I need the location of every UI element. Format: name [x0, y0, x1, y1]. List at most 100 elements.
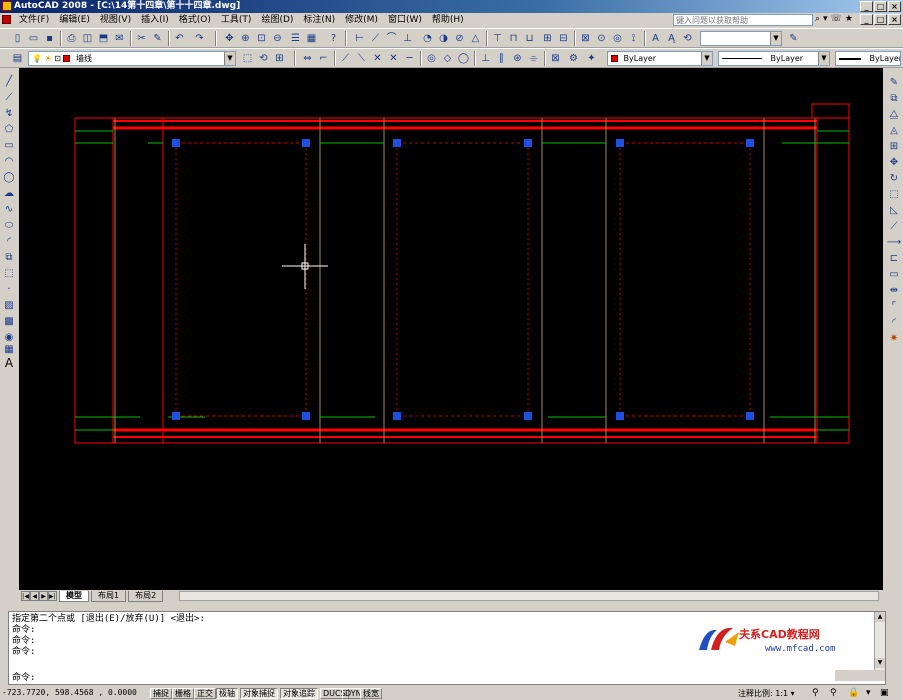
offset-icon[interactable]: ◬: [886, 123, 902, 137]
rectangle-icon[interactable]: ▭: [1, 138, 17, 152]
polyline-icon[interactable]: ↯: [1, 106, 17, 120]
tab-layout1[interactable]: 布局1: [91, 590, 127, 602]
chamfer-icon[interactable]: ⌜: [886, 299, 902, 313]
menu-format[interactable]: 格式(O): [174, 13, 216, 27]
match-properties-icon[interactable]: ✎: [150, 31, 165, 46]
move-icon[interactable]: ⇔: [300, 51, 315, 66]
document-icon[interactable]: [2, 15, 11, 24]
dimension-update-icon[interactable]: ⟲: [680, 31, 695, 46]
doc-restore-button[interactable]: □: [874, 14, 887, 25]
clean-screen-icon[interactable]: ▣: [880, 688, 889, 698]
command-horizontal-scrollbar[interactable]: [835, 670, 885, 681]
lineweight-toggle[interactable]: 线宽: [360, 688, 382, 699]
save-icon[interactable]: ▪: [42, 31, 57, 46]
extend-object-icon[interactable]: ⟶: [886, 235, 902, 249]
coordinate-readout[interactable]: -723.7720, 598.4568 , 0.0000: [2, 688, 137, 697]
mirror-object-icon[interactable]: ⧋: [886, 107, 902, 121]
quick-dimension-icon[interactable]: ⊤: [490, 31, 505, 46]
osnap-endpoint-icon[interactable]: ◎: [424, 51, 439, 66]
communication-center-icon[interactable]: ☏: [831, 14, 842, 24]
minimize-button[interactable]: _: [860, 1, 873, 12]
osnap-settings-icon[interactable]: ⚙: [566, 51, 581, 66]
auto-scale-icon[interactable]: ⚲: [830, 688, 837, 698]
doc-close-button[interactable]: ×: [888, 14, 901, 25]
explode-icon[interactable]: ✷: [886, 331, 902, 345]
tab-next-icon[interactable]: ▶: [39, 591, 48, 601]
menu-help[interactable]: 帮助(H): [427, 13, 469, 27]
stretch-object-icon[interactable]: ◺: [886, 203, 902, 217]
linetype-combo[interactable]: ByLayer ▼: [718, 51, 830, 66]
inspection-icon[interactable]: ◎: [610, 31, 625, 46]
menu-window[interactable]: 窗口(W): [383, 13, 427, 27]
mirror-icon[interactable]: ⟍: [354, 51, 369, 66]
menu-insert[interactable]: 插入(I): [136, 13, 174, 27]
scale-icon[interactable]: ⬚: [886, 187, 902, 201]
copy-icon[interactable]: ⟋: [338, 51, 353, 66]
tab-model[interactable]: 模型: [59, 590, 89, 602]
layer-manager-icon[interactable]: ▤: [10, 51, 25, 66]
polygon-icon[interactable]: ⬠: [1, 122, 17, 136]
annotation-scale-arrow-icon[interactable]: ▾: [791, 689, 795, 698]
tray-settings-icon[interactable]: ▾: [866, 688, 871, 698]
point-icon[interactable]: ·: [1, 282, 17, 296]
publish-icon[interactable]: ⬒: [96, 31, 111, 46]
array-icon[interactable]: ⊞: [886, 139, 902, 153]
fillet-icon[interactable]: ◜: [886, 315, 902, 329]
scroll-up-icon[interactable]: ▲: [875, 612, 885, 622]
extend-icon[interactable]: ✕: [386, 51, 401, 66]
info-center-icon[interactable]: ▾: [823, 14, 828, 24]
close-button[interactable]: ×: [888, 1, 901, 12]
horizontal-scrollbar[interactable]: [179, 591, 879, 601]
zoom-window-icon[interactable]: ⊡: [254, 31, 269, 46]
circle-icon[interactable]: ◯: [1, 170, 17, 184]
ellipse-icon[interactable]: ⬭: [1, 218, 17, 232]
radius-dimension-icon[interactable]: ◔: [420, 31, 435, 46]
break-icon[interactable]: ─: [402, 51, 417, 66]
ordinate-dimension-icon[interactable]: ⊥: [400, 31, 415, 46]
linear-dimension-icon[interactable]: ⊢: [352, 31, 367, 46]
cut-icon[interactable]: ✂: [134, 31, 149, 46]
copy-object-icon[interactable]: ⧉: [886, 91, 902, 105]
menu-draw[interactable]: 绘图(D): [256, 13, 298, 27]
table-icon[interactable]: ▦: [1, 342, 17, 356]
ortho-toggle[interactable]: 正交: [194, 688, 216, 699]
tab-prev-icon[interactable]: ◀: [30, 591, 39, 601]
layer-combo[interactable]: 💡 ☀ ⊡ 墙线 ▼: [28, 51, 236, 66]
undo-icon[interactable]: ↶: [172, 31, 187, 46]
erase-icon[interactable]: ✎: [886, 75, 902, 89]
layer-state-icon[interactable]: ⊞: [272, 51, 287, 66]
make-current-layer-icon[interactable]: ⬚: [240, 51, 255, 66]
dimension-edit-icon[interactable]: A: [648, 31, 663, 46]
make-block-icon[interactable]: ⬚: [1, 266, 17, 280]
insert-block-icon[interactable]: ⧉: [1, 250, 17, 264]
search-icon[interactable]: ⌕: [815, 14, 820, 24]
menu-file[interactable]: 文件(F): [14, 13, 54, 27]
menu-tools[interactable]: 工具(T): [216, 13, 257, 27]
snap-toggle[interactable]: 捕捉: [150, 688, 172, 699]
annotation-scale[interactable]: 注释比例: 1:1 ▾: [738, 688, 795, 699]
multiline-text-icon[interactable]: A: [1, 356, 17, 370]
dimension-space-icon[interactable]: ⊞: [540, 31, 555, 46]
tab-first-icon[interactable]: |◀: [21, 591, 30, 601]
help-search-input[interactable]: [673, 14, 813, 26]
revision-cloud-icon[interactable]: ☁: [1, 186, 17, 200]
diameter-dimension-icon[interactable]: ⊘: [452, 31, 467, 46]
tab-layout2[interactable]: 布局2: [128, 590, 164, 602]
baseline-dimension-icon[interactable]: ⊓: [506, 31, 521, 46]
polar-toggle[interactable]: 极轴: [216, 688, 238, 699]
move-object-icon[interactable]: ✥: [886, 155, 902, 169]
layer-previous-icon[interactable]: ⟲: [256, 51, 271, 66]
jogged-dimension-icon[interactable]: ◑: [436, 31, 451, 46]
pan-icon[interactable]: ✥: [222, 31, 237, 46]
trim-object-icon[interactable]: ⟋: [886, 219, 902, 233]
osnap-perpendicular-icon[interactable]: ⊥: [478, 51, 493, 66]
dimension-text-edit-icon[interactable]: Ą: [664, 31, 679, 46]
color-combo[interactable]: ByLayer ▼: [607, 51, 713, 66]
spline-icon[interactable]: ∿: [1, 202, 17, 216]
annotation-visibility-icon[interactable]: ⚲: [812, 688, 819, 698]
osnap-midpoint-icon[interactable]: ◇: [440, 51, 455, 66]
tab-last-icon[interactable]: ▶|: [48, 591, 57, 601]
lock-icon[interactable]: 🔒: [848, 688, 859, 698]
otrack-toggle[interactable]: 对象追踪: [280, 688, 318, 699]
arc-length-icon[interactable]: ⌒: [384, 31, 399, 46]
